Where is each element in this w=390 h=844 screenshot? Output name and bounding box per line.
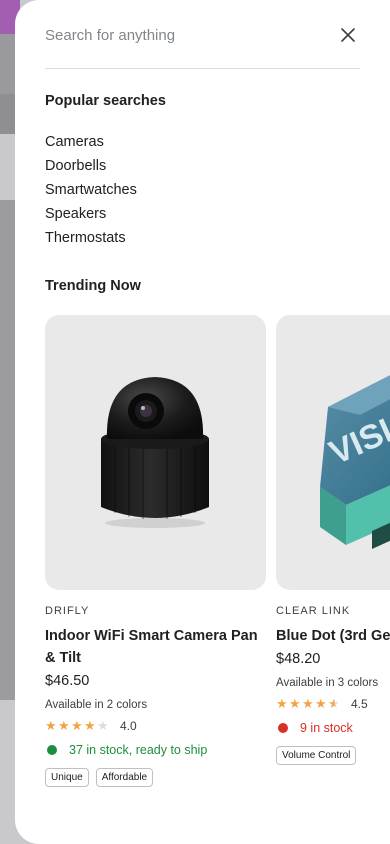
popular-search-item[interactable]: Cameras — [45, 133, 137, 157]
camera-image — [101, 377, 209, 528]
popular-searches-title: Popular searches — [45, 93, 166, 109]
tag-list: Volume Control — [276, 746, 390, 765]
star-icon: ★ — [45, 718, 57, 733]
product-card[interactable]: VISIO CLEAR LINK Blue Dot (3rd Gen) Smar… — [276, 315, 390, 765]
search-input[interactable] — [45, 26, 315, 44]
product-colors: Available in 2 colors — [45, 699, 148, 711]
product-brand: CLEAR LINK — [276, 605, 351, 617]
search-row — [45, 20, 360, 50]
product-title[interactable]: Blue Dot (3rd Gen) Smart Speaker — [276, 625, 390, 647]
popular-searches-list: Cameras Doorbells Smartwatches Speakers … — [45, 133, 137, 253]
product-colors: Available in 3 colors — [276, 677, 379, 689]
divider — [45, 68, 360, 69]
rating-value: 4.0 — [120, 719, 137, 733]
product-price: $48.20 — [276, 651, 321, 667]
rating-value: 4.5 — [351, 697, 368, 711]
status-dot-icon — [47, 745, 57, 755]
popular-search-item[interactable]: Thermostats — [45, 229, 137, 253]
star-icon: ★ — [58, 718, 70, 733]
star-icon: ★ — [71, 718, 83, 733]
tag-chip[interactable]: Unique — [45, 768, 89, 787]
status-dot-icon — [278, 723, 288, 733]
product-price: $46.50 — [45, 673, 90, 689]
star-rating: ★ ★ ★ ★ ★ — [45, 719, 110, 733]
star-icon: ★ — [315, 696, 327, 711]
stock-status: 37 in stock, ready to ship — [45, 743, 266, 757]
star-rating: ★ ★ ★ ★ ★ — [276, 697, 341, 711]
stock-text: 37 in stock, ready to ship — [69, 743, 208, 757]
product-brand: DRIFLY — [45, 605, 90, 617]
tag-chip[interactable]: Affordable — [95, 768, 154, 787]
star-icon: ★ — [276, 696, 288, 711]
popular-search-item[interactable]: Speakers — [45, 205, 137, 229]
stock-status: 9 in stock — [276, 721, 390, 735]
product-rating: ★ ★ ★ ★ ★ 4.5 — [276, 697, 390, 712]
product-image[interactable]: VISIO — [276, 315, 390, 590]
product-card[interactable]: DRIFLY Indoor WiFi Smart Camera Pan & Ti… — [45, 315, 266, 787]
star-icon: ★ — [289, 696, 301, 711]
tag-list: Unique Affordable — [45, 768, 266, 787]
product-title[interactable]: Indoor WiFi Smart Camera Pan & Tilt — [45, 625, 266, 669]
close-button[interactable] — [336, 23, 360, 47]
search-drawer: Popular searches Cameras Doorbells Smart… — [15, 0, 390, 844]
speaker-image: VISIO — [320, 375, 390, 549]
popular-search-item[interactable]: Smartwatches — [45, 181, 137, 205]
trending-now-title: Trending Now — [45, 278, 141, 294]
star-icon: ★ — [328, 696, 340, 711]
star-icon: ★ — [302, 696, 314, 711]
close-icon — [341, 28, 355, 42]
stock-text: 9 in stock — [300, 721, 353, 735]
star-icon: ★ — [84, 718, 96, 733]
product-image[interactable] — [45, 315, 266, 590]
popular-search-item[interactable]: Doorbells — [45, 157, 137, 181]
product-rating: ★ ★ ★ ★ ★ 4.0 — [45, 719, 266, 734]
star-icon: ★ — [97, 718, 109, 733]
tag-chip[interactable]: Volume Control — [276, 746, 357, 765]
